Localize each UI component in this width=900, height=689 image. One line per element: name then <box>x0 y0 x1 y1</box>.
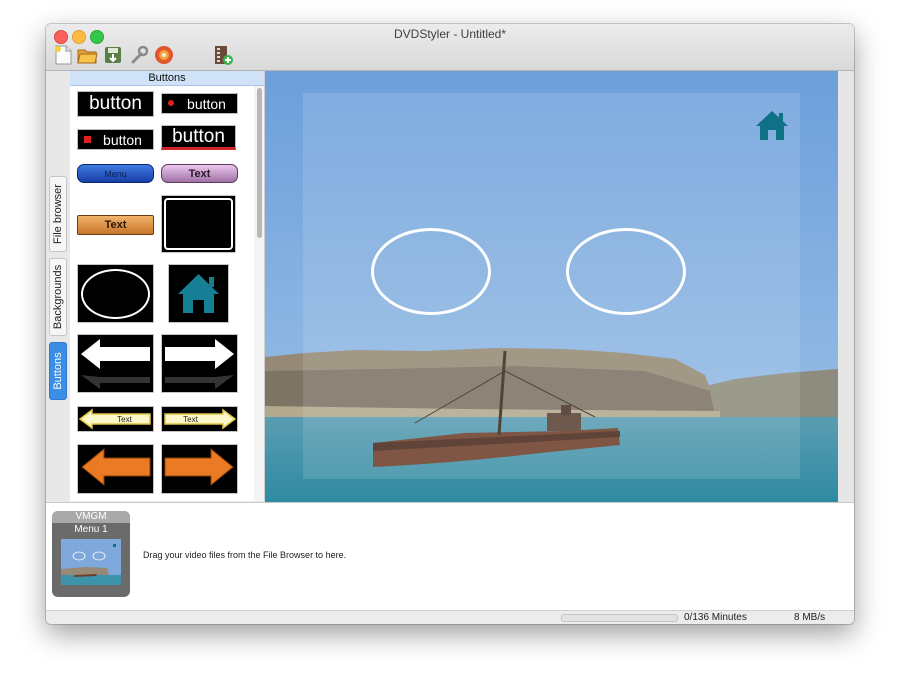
arrow-left-icon <box>81 339 150 389</box>
menu-thumbnail-image <box>61 539 121 585</box>
button-style-underline-label: button <box>172 125 225 147</box>
button-style-red-square[interactable]: button <box>77 129 154 150</box>
button-style-blue-menu[interactable]: Menu <box>77 164 154 183</box>
button-style-pink-text-label: Text <box>188 167 211 180</box>
menu-button-ellipse-right[interactable] <box>566 228 686 315</box>
button-style-arrow-left[interactable] <box>77 334 154 393</box>
red-square-icon <box>84 136 91 143</box>
add-file-icon <box>215 46 233 65</box>
button-style-arrow-text-right-label: Text <box>183 414 198 424</box>
tab-buttons[interactable]: Buttons <box>49 342 67 400</box>
sidebar-tab-strip: File browser Backgrounds Buttons <box>46 71 70 501</box>
button-style-orange-text[interactable]: Text <box>77 215 154 235</box>
buttons-panel: Buttons button button button button Menu… <box>70 71 265 501</box>
buttons-panel-scrollbar-thumb[interactable] <box>257 88 262 238</box>
button-style-pink-text[interactable]: Text <box>161 164 238 183</box>
button-style-orange-arrow-right[interactable] <box>161 444 238 494</box>
button-style-arrow-text-left-label: Text <box>117 414 132 424</box>
open-button[interactable] <box>76 44 98 66</box>
button-style-arrow-text-right[interactable]: Text <box>161 406 238 432</box>
button-style-arrow-text-left[interactable]: Text <box>77 406 154 432</box>
open-icon <box>77 49 98 64</box>
white-frame-icon <box>164 198 233 250</box>
button-style-arrow-right[interactable] <box>161 334 238 393</box>
button-style-orange-arrow-left[interactable] <box>77 444 154 494</box>
button-style-underline[interactable]: button <box>161 125 236 150</box>
button-style-plain[interactable]: button <box>77 91 154 117</box>
button-style-plain-label: button <box>89 93 142 114</box>
button-style-home[interactable] <box>168 264 229 323</box>
arrow-right-icon <box>165 339 234 389</box>
disc-usage-progress <box>561 614 678 622</box>
home-icon <box>756 111 788 140</box>
ellipse-icon <box>81 269 150 319</box>
menu-thumbnail[interactable]: VMGM Menu 1 <box>52 511 130 597</box>
new-icon <box>55 45 72 65</box>
orange-arrow-right-icon <box>164 447 234 487</box>
disc-bitrate: 8 MB/s <box>794 612 826 623</box>
menu-editor-canvas[interactable] <box>265 71 838 502</box>
button-style-red-dot[interactable]: button <box>161 93 238 114</box>
title-bar: DVDStyler - Untitled* <box>46 24 854 71</box>
vmgm-label: VMGM <box>52 511 130 523</box>
save-button[interactable] <box>102 44 124 66</box>
button-style-frame[interactable] <box>161 195 236 253</box>
menu-thumbnail-label: Menu 1 <box>74 524 108 535</box>
menu-button-home[interactable] <box>754 109 790 142</box>
titleset-area[interactable]: VMGM Menu 1 Drag your video files from t… <box>46 502 854 611</box>
menu-button-ellipse-left[interactable] <box>371 228 491 315</box>
tab-buttons-label: Buttons <box>52 352 64 390</box>
menu-background-image <box>265 71 838 502</box>
button-style-blue-menu-label: Menu <box>104 168 127 179</box>
drop-hint: Drag your video files from the File Brow… <box>143 550 347 560</box>
red-dot-icon <box>168 100 174 106</box>
orange-arrow-left-icon <box>81 447 151 487</box>
add-file-button[interactable] <box>212 44 234 66</box>
settings-button[interactable] <box>128 44 150 66</box>
settings-icon <box>131 45 149 64</box>
app-window: DVDStyler - Untitled* File browser Backg… <box>46 24 854 624</box>
tab-file-browser-label: File browser <box>52 184 64 244</box>
tab-backgrounds-label: Backgrounds <box>52 264 64 330</box>
burn-button[interactable] <box>153 44 175 66</box>
button-style-orange-text-label: Text <box>104 219 127 231</box>
canvas-right-margin <box>838 71 854 502</box>
save-icon <box>105 47 121 63</box>
buttons-panel-title: Buttons <box>70 71 264 86</box>
status-bar: 0/136 Minutes 8 MB/s <box>46 610 854 624</box>
tab-backgrounds[interactable]: Backgrounds <box>49 258 67 336</box>
new-button[interactable] <box>52 44 74 66</box>
window-title: DVDStyler - Untitled* <box>393 27 507 41</box>
button-style-ellipse[interactable] <box>77 264 154 323</box>
home-icon <box>178 274 219 313</box>
disc-usage-minutes: 0/136 Minutes <box>684 612 747 623</box>
burn-icon <box>155 46 173 64</box>
tab-file-browser[interactable]: File browser <box>49 176 67 252</box>
